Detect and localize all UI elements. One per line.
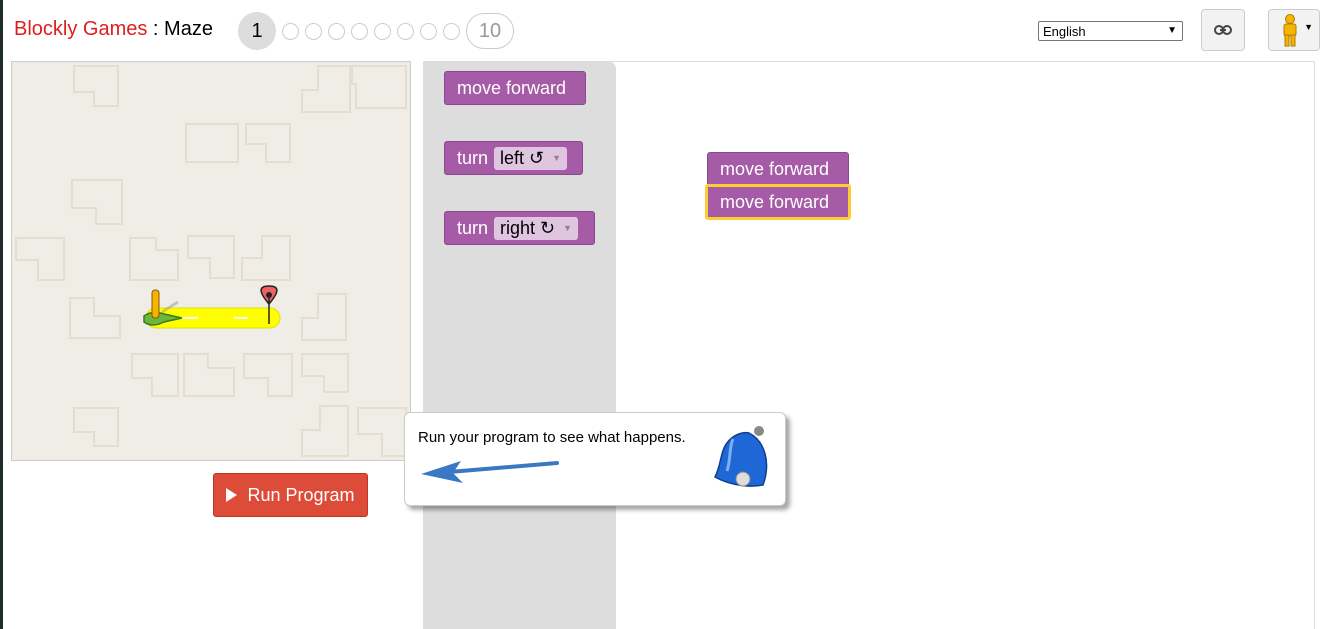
level-selector: 1 10 <box>238 12 514 50</box>
app-name[interactable]: Blockly Games <box>14 18 147 40</box>
link-button[interactable] <box>1201 9 1245 51</box>
level-9-dot[interactable] <box>443 22 460 40</box>
arrow-left-icon <box>421 461 559 483</box>
toolbox-block-move-forward[interactable]: move forward <box>444 71 586 105</box>
language-select[interactable]: English ▼ <box>1038 21 1183 41</box>
block-label: move forward <box>457 77 567 98</box>
level-2-dot[interactable] <box>282 22 299 40</box>
run-program-button[interactable]: Run Program <box>213 473 368 517</box>
title-separator: : <box>147 18 165 40</box>
hint-text: Run your program to see what happens. <box>418 429 686 446</box>
level-5-dot[interactable] <box>351 22 368 40</box>
run-program-label: Run Program <box>247 484 355 505</box>
maze-display <box>11 61 411 461</box>
workspace-block-move-forward-selected[interactable]: move forward <box>705 184 851 220</box>
page-title: Blockly Games : Maze <box>14 18 213 41</box>
turn-direction-value: left ↺ <box>500 147 545 168</box>
level-last[interactable]: 10 <box>466 13 514 49</box>
block-label: turn <box>457 217 489 238</box>
dropdown-arrow-icon: ▼ <box>563 223 573 233</box>
pegman-icon <box>1283 14 1297 47</box>
dropdown-arrow-icon: ▼ <box>552 153 562 163</box>
level-current[interactable]: 1 <box>238 12 276 50</box>
turn-direction-dropdown[interactable]: left ↺ ▼ <box>494 146 568 170</box>
block-label: turn <box>457 147 489 168</box>
chevron-down-icon: ▼ <box>1167 25 1177 36</box>
level-7-dot[interactable] <box>397 22 414 40</box>
block-label: move forward <box>720 158 830 179</box>
toolbox-block-turn-right[interactable]: turn right ↻ ▼ <box>444 211 595 245</box>
toolbox-block-turn-left[interactable]: turn left ↺ ▼ <box>444 141 583 175</box>
workspace-block-move-forward[interactable]: move forward <box>707 152 849 186</box>
level-4-dot[interactable] <box>328 22 345 40</box>
turn-direction-dropdown[interactable]: right ↻ ▼ <box>494 216 579 240</box>
maze-svg <box>15 65 407 457</box>
pegman-button[interactable]: ▼ <box>1268 9 1320 51</box>
game-name: Maze <box>164 18 213 40</box>
level-3-dot[interactable] <box>305 22 322 40</box>
caret-down-icon: ▼ <box>1304 22 1313 32</box>
hint-bubble: Run your program to see what happens. <box>404 412 786 506</box>
block-label: move forward <box>720 191 830 212</box>
level-6-dot[interactable] <box>374 22 391 40</box>
turn-direction-value: right ↻ <box>500 217 556 238</box>
link-icon <box>1214 25 1232 35</box>
bell-icon <box>714 426 768 487</box>
play-icon <box>226 488 238 502</box>
level-8-dot[interactable] <box>420 22 437 40</box>
language-selected: English <box>1043 23 1086 39</box>
